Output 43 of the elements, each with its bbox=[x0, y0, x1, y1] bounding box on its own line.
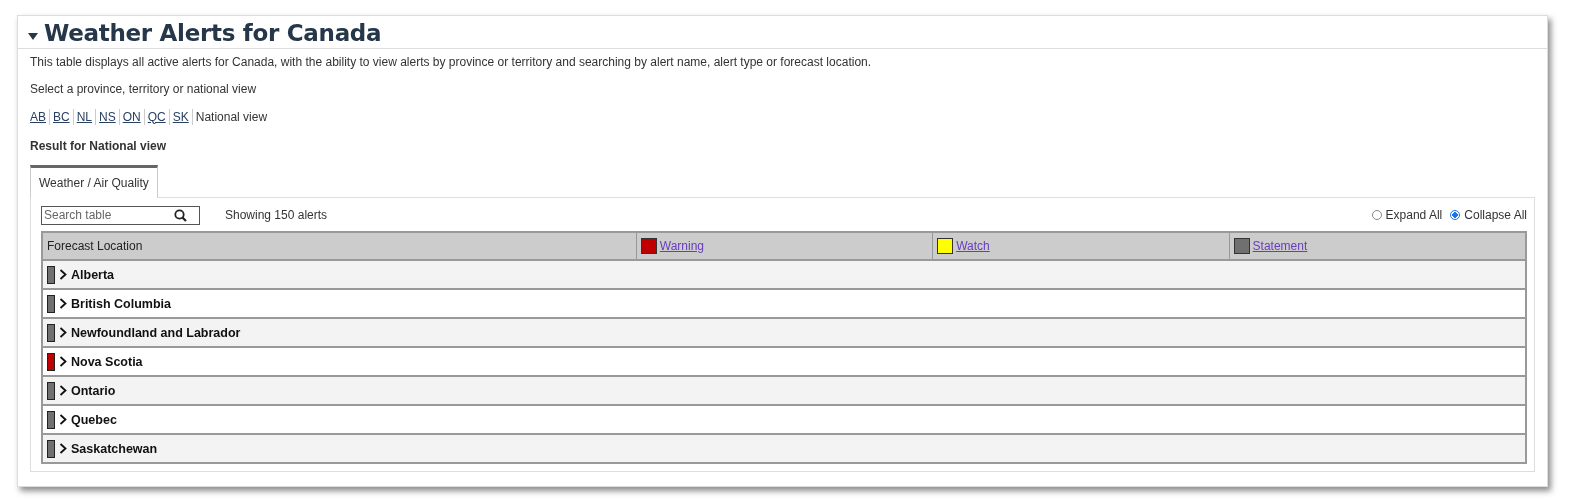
province-name: Nova Scotia bbox=[71, 354, 143, 369]
province-link[interactable]: SK bbox=[172, 109, 189, 124]
province-link[interactable]: NL bbox=[76, 109, 93, 124]
province-link[interactable]: ON bbox=[122, 109, 141, 124]
province-name: Newfoundland and Labrador bbox=[71, 325, 241, 340]
view-prompt: Select a province, territory or national view bbox=[30, 81, 258, 98]
chevron-icon[interactable] bbox=[59, 356, 67, 367]
chevron-icon[interactable] bbox=[59, 269, 67, 280]
province-row[interactable]: Ontario bbox=[43, 377, 1525, 406]
province-row[interactable]: Newfoundland and Labrador bbox=[43, 319, 1525, 348]
chevron-icon[interactable] bbox=[59, 443, 67, 454]
tab[interactable]: Weather / Air Quality bbox=[30, 165, 158, 198]
province-link[interactable]: QC bbox=[147, 109, 166, 124]
province-name: British Columbia bbox=[71, 296, 171, 311]
chevron-icon[interactable] bbox=[59, 298, 67, 309]
legend-link[interactable]: Watch bbox=[956, 239, 990, 253]
result-heading: Result for National view bbox=[30, 139, 168, 153]
province-link[interactable]: AB bbox=[30, 109, 46, 124]
chevron-icon[interactable] bbox=[59, 385, 67, 396]
province-link[interactable]: BC bbox=[53, 109, 70, 124]
alert-count: Showing 150 alerts bbox=[225, 208, 328, 222]
radio-button[interactable] bbox=[1450, 210, 1461, 220]
radio-label[interactable]: Collapse All bbox=[1464, 208, 1527, 222]
radio-label[interactable]: Expand All bbox=[1385, 208, 1443, 222]
description: This table displays all active alerts for Canada, with the ability to view alerts by province or territory and searching by alert name, alert type or forecast location. bbox=[30, 54, 873, 71]
province-name: Saskatchewan bbox=[71, 441, 158, 456]
section-title: Weather Alerts for Canada bbox=[44, 20, 382, 46]
province-row[interactable]: Saskatchewan bbox=[43, 435, 1525, 464]
current-view: National view bbox=[195, 109, 268, 124]
column-label: Forecast Location bbox=[47, 239, 143, 253]
search-field[interactable]: Search table bbox=[41, 205, 200, 225]
province-link[interactable]: NS bbox=[99, 109, 116, 124]
legend-link[interactable]: Warning bbox=[659, 239, 705, 253]
province-name: Ontario bbox=[71, 383, 116, 398]
search-icon[interactable] bbox=[174, 208, 187, 222]
chevron-icon[interactable] bbox=[59, 414, 67, 425]
province-name: Quebec bbox=[71, 412, 117, 427]
legend-link[interactable]: Statement bbox=[1252, 239, 1308, 253]
province-row[interactable]: Alberta bbox=[43, 261, 1525, 290]
province-name: Alberta bbox=[71, 267, 115, 282]
chevron-icon[interactable] bbox=[59, 327, 67, 338]
caret-icon[interactable] bbox=[28, 32, 38, 40]
radio-button[interactable] bbox=[1371, 210, 1382, 220]
